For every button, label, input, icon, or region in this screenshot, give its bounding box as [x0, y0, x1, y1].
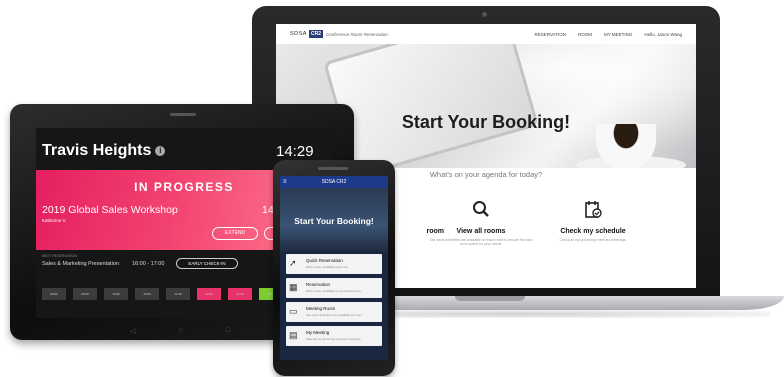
next-reservation-title: Sales & Marketing Presentation: [42, 261, 120, 267]
home-icon[interactable]: ○: [178, 327, 182, 335]
menu-item-meeting-room[interactable]: ▭ Meeting Room See what amenities are av…: [286, 302, 382, 322]
menu-item-title: Quick Reservation: [306, 258, 343, 263]
menu-item-title: My Meeting: [306, 330, 330, 335]
timeslot[interactable]: 10:30: [135, 288, 159, 300]
hamburger-menu-icon[interactable]: ≡: [283, 176, 287, 188]
timeslot[interactable]: 10:00: [104, 288, 128, 300]
next-reservation-time: 16:00 - 17:00: [132, 261, 165, 267]
phone-screen: ≡ SDSA CR2 Start Your Booking! ➚ Quick R…: [280, 176, 388, 360]
hero-tablet-image: [323, 44, 539, 168]
brand-name[interactable]: SDSA: [290, 31, 307, 37]
schedule-icon: [538, 200, 648, 220]
feature-description: Check all my upcoming reserved meetings.: [559, 238, 627, 242]
menu-item-desc: Find a room available right now.: [306, 265, 349, 269]
feature-check-schedule[interactable]: Check my schedule Check all my upcoming …: [538, 200, 648, 242]
brand-subtitle: Conference Room Reservation: [326, 31, 388, 37]
room-icon: ▭: [289, 306, 298, 316]
timeslot-booked[interactable]: 12:30: [228, 288, 252, 300]
menu-item-my-meeting[interactable]: ▤ My Meeting View all my upcoming reserv…: [286, 326, 382, 346]
laptop-notch: [455, 296, 525, 301]
nav-link-room[interactable]: ROOM: [578, 32, 592, 37]
info-icon[interactable]: i: [155, 145, 166, 156]
menu-item-desc: Find a room available on my desired time…: [306, 289, 362, 293]
website-navbar: SDSA CR2 Conference Room Reservation RES…: [276, 24, 696, 44]
clock: 14:29: [276, 143, 314, 160]
tablet-nav-bar: ◁ ○ □: [130, 327, 230, 335]
tablet-speaker: [170, 113, 196, 116]
app-bar: ≡ SDSA CR2: [280, 176, 388, 188]
schedule-icon: ▤: [289, 330, 298, 340]
event-time: 14: [262, 204, 274, 216]
timeline: 09:00 09:30 10:00 10:30 11:00 12:00 12:3…: [42, 288, 283, 300]
feature-title: View all rooms: [456, 228, 506, 235]
timeslot-booked[interactable]: 12:00: [197, 288, 221, 300]
nav-link-reservation[interactable]: RESERVATION: [534, 32, 566, 37]
extend-button[interactable]: EXTEND: [212, 227, 258, 240]
feature-title: Check my schedule: [560, 228, 626, 235]
back-icon[interactable]: ◁: [130, 327, 135, 335]
user-greeting[interactable]: Hello, Jason Wang: [644, 32, 682, 37]
menu-item-title: Meeting Room: [306, 306, 336, 311]
timeslot[interactable]: 09:00: [42, 288, 66, 300]
menu-item-desc: View all my upcoming reserved meetings.: [306, 337, 362, 341]
timeslot[interactable]: 09:30: [73, 288, 97, 300]
timeslot[interactable]: 11:00: [166, 288, 190, 300]
calendar-icon: ▦: [289, 282, 298, 292]
nav-link-my-meeting[interactable]: MY MEETING: [604, 32, 632, 37]
event-title: 2019 Global Sales Workshop: [42, 204, 178, 216]
menu-item-quick-reservation[interactable]: ➚ Quick Reservation Find a room availabl…: [286, 254, 382, 274]
hero-banner: Start Your Booking!: [280, 188, 388, 252]
magnifier-icon: [426, 200, 536, 220]
brand-badge: CR2: [308, 30, 323, 38]
next-reservation-label: NEXT RESERVATION: [42, 254, 77, 258]
room-name-text: Travis Heights: [42, 142, 152, 159]
menu-item-desc: See what amenities are available for roo…: [306, 313, 363, 317]
feature-view-all-rooms[interactable]: View all rooms See what amenities are av…: [426, 200, 536, 246]
feature-description: See what amenities are available for eac…: [429, 238, 533, 246]
early-checkin-button[interactable]: EARLY CHECK-IN: [176, 258, 238, 269]
menu-list: ➚ Quick Reservation Find a room availabl…: [286, 254, 382, 350]
menu-item-title: Reservation: [306, 282, 331, 287]
event-host: Katherine V.: [42, 218, 67, 223]
recent-apps-icon[interactable]: □: [226, 327, 230, 335]
phone-speaker: [318, 167, 348, 170]
room-name: Travis Heights i: [42, 142, 166, 160]
hero-title: Start Your Booking!: [294, 216, 374, 226]
camera-icon: [482, 12, 487, 17]
app-title: SDSA CR2: [321, 179, 347, 185]
rocket-icon: ➚: [289, 258, 297, 268]
menu-item-reservation[interactable]: ▦ Reservation Find a room available on m…: [286, 278, 382, 298]
